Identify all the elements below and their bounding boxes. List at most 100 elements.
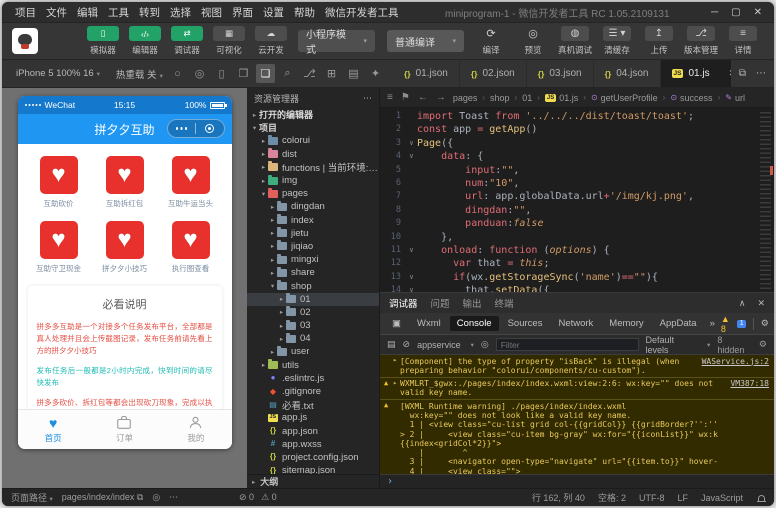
upload-button[interactable]: ↥ 上传 (638, 26, 680, 56)
grid-item[interactable]: ♥ 拼夕夕小技巧 (92, 221, 158, 274)
panel-tab-终端[interactable]: 终端 (495, 296, 514, 310)
split-editor-icon[interactable]: ⧉ (739, 68, 746, 79)
grid-item[interactable]: ♥ 互助拆红包 (92, 156, 158, 209)
code-line[interactable]: 10 }, (380, 231, 758, 244)
compile-select[interactable]: 普通编译 ▾ (387, 30, 464, 52)
tab-01.js[interactable]: JS01.js✕ (660, 60, 731, 87)
code-line[interactable]: 3 ∨ Page({ (380, 137, 758, 150)
maximize-button[interactable]: ▢ (731, 7, 740, 18)
tree-item-img[interactable]: ▸ img (247, 174, 379, 187)
tab-01.json[interactable]: {} 01.json (393, 60, 460, 87)
close-panel-icon[interactable]: ✕ (757, 298, 765, 309)
phone-tab-bag[interactable]: 订单 (89, 410, 160, 449)
tree-item-app.wxss[interactable]: # app.wxss (247, 438, 379, 451)
menu-item[interactable]: 视图 (196, 7, 227, 19)
compile-button[interactable]: ⟳ 编译 (470, 26, 512, 56)
code-line[interactable]: 6 num:"10", (380, 177, 758, 190)
menu-item[interactable]: 帮助 (289, 7, 320, 19)
dock-icon[interactable]: ▣ (385, 316, 408, 331)
multi-window-icon[interactable]: ❐ (234, 64, 253, 83)
pointer-icon[interactable]: ✦ (366, 64, 385, 83)
menu-item[interactable]: 微信开发者工具 (320, 7, 404, 19)
console-filter-input[interactable] (495, 338, 639, 351)
more-tabs-icon[interactable]: » (706, 318, 719, 329)
crumb-url[interactable]: ✎ url (725, 93, 745, 103)
simulator-button[interactable]: ▯ 模拟器 (82, 26, 124, 56)
console-settings-icon[interactable]: ⚙ (759, 339, 767, 350)
tree-item-colorui[interactable]: ▸ colorui (247, 134, 379, 147)
forward-icon[interactable]: → (436, 92, 446, 103)
grid-item[interactable]: ♥ 互助牛运当头 (158, 156, 224, 209)
debugger-button[interactable]: ⇄ 调试器 (166, 26, 208, 56)
devtools-tab-AppData[interactable]: AppData (653, 316, 704, 331)
devtools-tab-Wxml[interactable]: Wxml (410, 316, 448, 331)
tree-item-必看.txt[interactable]: ▤ 必看.txt (247, 398, 379, 412)
code-area[interactable]: 1 import Toast from '../../../dist/toast/… (380, 108, 774, 292)
grid-item[interactable]: ♥ 执行图查看 (158, 221, 224, 274)
editor-button[interactable]: ‹/› 编辑器 (124, 26, 166, 56)
exit-circle-icon[interactable] (196, 124, 224, 133)
cloud-dev-button[interactable]: ☁ 云开发 (250, 26, 292, 56)
menu-item[interactable]: 工具 (103, 7, 134, 19)
devtools-tab-Sources[interactable]: Sources (501, 316, 550, 331)
settings-gear-icon[interactable]: ⚙ (761, 318, 769, 329)
tree-item-app.js[interactable]: JS app.js (247, 411, 379, 424)
console-prompt[interactable]: › (380, 474, 774, 488)
avatar[interactable] (12, 28, 38, 54)
tree-item-04[interactable]: ▸ 04 (247, 332, 379, 345)
grid-item[interactable]: ♥ 互助守卫现金 (26, 221, 92, 274)
phone-tab-heart[interactable]: ♥ 首页 (18, 410, 89, 449)
code-line[interactable]: 5 input:"", (380, 164, 758, 177)
console-sidebar-icon[interactable]: ▤ (387, 339, 396, 350)
code-line[interactable]: 9 panduan:false (380, 217, 758, 230)
bookmark-icon[interactable]: ⚑ (401, 92, 410, 103)
current-page-path[interactable]: pages/index/index ⧉ (62, 492, 144, 503)
grid-item[interactable]: ♥ 互助砍价 (26, 156, 92, 209)
devtools-tab-Memory[interactable]: Memory (602, 316, 650, 331)
source-link[interactable]: WAService.js:2 (702, 357, 769, 366)
code-line[interactable]: 12 var that = this; (380, 257, 758, 270)
menu-item[interactable]: 编辑 (72, 7, 103, 19)
page-icon[interactable]: ❏ (256, 64, 275, 83)
tree-item-app.json[interactable]: {} app.json (247, 425, 379, 438)
tree-item-03[interactable]: ▸ 03 (247, 319, 379, 332)
tree-item-project.config.json[interactable]: {} project.config.json (247, 451, 379, 464)
crumb-shop[interactable]: shop (490, 93, 510, 103)
code-line[interactable]: 11 ∨ onload: function (options) { (380, 244, 758, 257)
menu-item[interactable]: 界面 (227, 7, 258, 19)
device-select[interactable]: iPhone 5 100% 16 ▾ (16, 68, 100, 79)
more-dots-icon[interactable] (168, 127, 196, 130)
code-line[interactable]: 1 import Toast from '../../../dist/toast/… (380, 110, 758, 123)
tree-item-jietu[interactable]: ▸ jietu (247, 227, 379, 240)
tab-04.json[interactable]: {} 04.json (593, 60, 661, 87)
warning-count[interactable]: ⚠ 0 (261, 492, 277, 503)
tree-section-打开的编辑器[interactable]: ▸ 打开的编辑器 (247, 108, 379, 121)
crumb-pages[interactable]: pages (453, 93, 478, 103)
capsule-menu[interactable] (166, 119, 225, 138)
page-path-select[interactable]: 页面路径 ▾ (11, 491, 53, 504)
tree-item-dist[interactable]: ▸ dist (247, 148, 379, 161)
crumb-getUserProfile[interactable]: ⊙ getUserProfile (591, 93, 658, 103)
panel-tab-问题[interactable]: 问题 (431, 296, 450, 310)
search-icon[interactable]: ⌕ (278, 64, 297, 83)
remote-debug-button[interactable]: ◍ 真机调试 (554, 26, 596, 56)
details-button[interactable]: ≡ 详情 (722, 26, 764, 56)
devtools-tab-Network[interactable]: Network (551, 316, 600, 331)
branch-icon[interactable]: ⎇ (300, 64, 319, 83)
tab-02.json[interactable]: {} 02.json (459, 60, 527, 87)
menu-item[interactable]: 文件 (41, 7, 72, 19)
tree-item-utils[interactable]: ▸ utils (247, 359, 379, 372)
source-link[interactable]: VM387:18 (730, 379, 769, 388)
tree-item-.eslintrc.js[interactable]: ● .eslintrc.js (247, 372, 379, 385)
crumb-01.js[interactable]: JS 01.js (544, 93, 578, 103)
expand-icon[interactable]: ▸ (393, 356, 397, 364)
collapse-icon[interactable]: ∧ (739, 298, 746, 309)
menu-icon[interactable]: ≡ (387, 92, 393, 103)
hot-reload-select[interactable]: 热重载 关 ▾ (116, 67, 163, 81)
panel-tab-输出[interactable]: 输出 (463, 296, 482, 310)
code-line[interactable]: 14 ∨ that.setData({ (380, 284, 758, 292)
eye-icon[interactable]: ◎ (152, 492, 160, 503)
expand-icon[interactable]: ▸ (393, 379, 397, 387)
context-select[interactable]: appservice ▾ (417, 340, 474, 350)
tree-item-sitemap.json[interactable]: {} sitemap.json (247, 464, 379, 474)
